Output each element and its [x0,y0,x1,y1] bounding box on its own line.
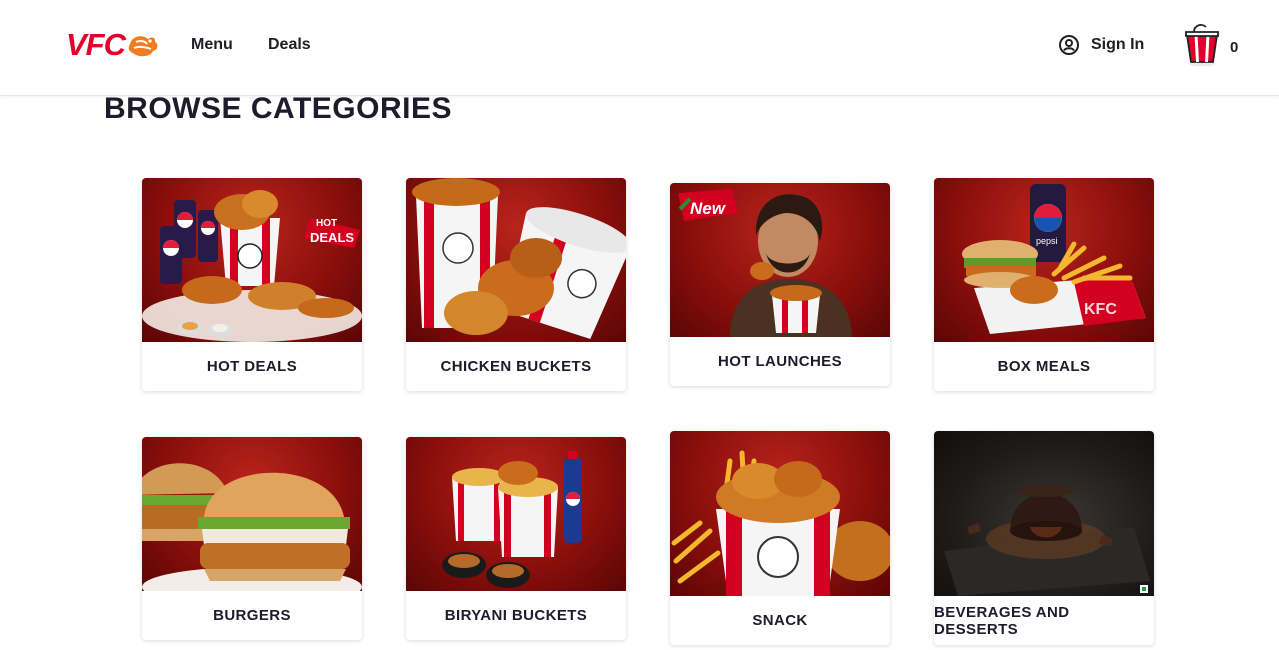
snack-bucket-image [670,431,890,596]
category-label: BOX MEALS [997,358,1091,375]
category-label: CHICKEN BUCKETS [440,358,592,375]
box-meal-image: pepsi KFC [934,178,1154,342]
logo[interactable]: VFC [66,28,160,62]
category-label: BIRYANI BUCKETS [444,607,588,624]
category-label: SNACK [752,612,808,629]
category-card-biryani-buckets[interactable]: BIRYANI BUCKETS [406,437,626,640]
user-circle-icon [1059,35,1079,55]
badge-bottom-text: DEALS [310,230,354,245]
category-card-chicken-buckets[interactable]: CHICKEN BUCKETS [406,178,626,391]
bucket-cart-icon [1185,24,1219,67]
nav-deals-link[interactable]: Deals [268,36,311,54]
deals-bucket-image: HOT DEALS [142,178,362,342]
drink-text: pepsi [1036,236,1058,246]
lava-cake-image [934,431,1154,596]
category-label: HOT LAUNCHES [718,353,842,370]
chicken-bucket-image [406,178,626,342]
category-label: HOT DEALS [206,358,298,375]
site-header: VFC Menu Deals Sign In 0 [0,0,1279,96]
logo-text: VFC [66,27,126,62]
category-card-hot-launches[interactable]: New HOT LAUNCHES [670,183,890,386]
category-card-snack[interactable]: SNACK [670,431,890,645]
burger-image [142,437,362,591]
nav-menu-link[interactable]: Menu [191,36,233,54]
biryani-bucket-image [406,437,626,591]
category-label: BURGERS [213,607,291,624]
new-launch-image: New [670,183,890,337]
category-label: BEVERAGES AND DESSERTS [934,603,1070,638]
chicken-logo-icon [128,36,158,57]
category-card-burgers[interactable]: BURGERS [142,437,362,640]
box-text: KFC [1084,301,1117,318]
new-badge-text: New [690,199,727,218]
cart-count: 0 [1230,38,1239,56]
page-title: BROWSE CATEGORIES [104,92,452,125]
sign-in-button[interactable]: Sign In [1058,34,1144,56]
badge-top-text: HOT [316,218,337,229]
cart-button[interactable]: 0 [1184,22,1238,68]
sign-in-label: Sign In [1091,36,1145,53]
category-card-box-meals[interactable]: pepsi KFC BOX MEALS [934,178,1154,391]
category-card-beverages-and-desserts[interactable]: BEVERAGES AND DESSERTS [934,431,1154,645]
category-card-hot-deals[interactable]: HOT DEALS HOT DEALS [142,178,362,391]
